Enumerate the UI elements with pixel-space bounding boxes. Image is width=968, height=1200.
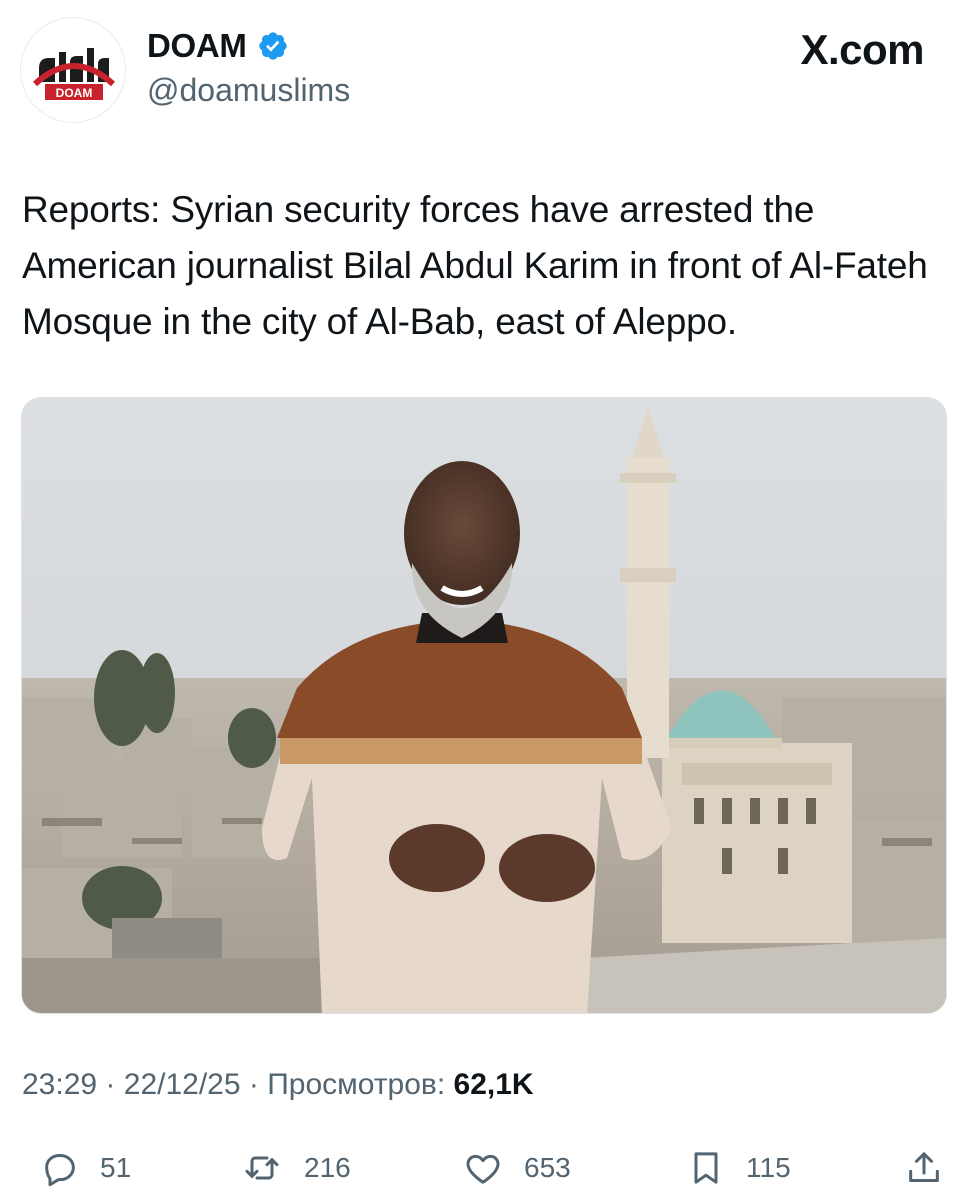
author-name-row[interactable]: DOAM	[147, 24, 289, 68]
views-label: Просмотров:	[267, 1068, 446, 1101]
handle[interactable]: @doamuslims	[147, 72, 350, 109]
tweet-date[interactable]: 22/12/25	[124, 1068, 241, 1101]
brand-label: X.com	[800, 26, 924, 73]
tweet-text: Reports: Syrian security forces have arr…	[22, 189, 928, 342]
tweet-time[interactable]: 23:29	[22, 1068, 97, 1101]
views-count: 62,1K	[453, 1068, 534, 1101]
repost-arrows-icon	[240, 1148, 284, 1188]
tweet-photo[interactable]	[21, 397, 947, 1014]
share-button[interactable]	[904, 1140, 944, 1196]
doam-logo: DOAM	[21, 18, 125, 122]
repost-count: 216	[304, 1152, 351, 1183]
display-name[interactable]: DOAM	[147, 27, 247, 65]
reply-count: 51	[100, 1152, 132, 1183]
action-bar: 51 216 653 115	[0, 1140, 968, 1196]
like-count: 653	[524, 1152, 571, 1183]
like-button[interactable]: 653	[462, 1140, 571, 1196]
verified-badge-icon	[257, 30, 289, 62]
avatar[interactable]: DOAM	[20, 17, 126, 123]
speech-bubble-icon	[40, 1148, 80, 1188]
heart-icon	[462, 1148, 504, 1188]
share-upload-icon	[904, 1147, 944, 1189]
reply-button[interactable]: 51	[40, 1140, 131, 1196]
meta-separator: ·	[248, 1068, 259, 1101]
meta-separator: ·	[105, 1068, 116, 1101]
bookmark-icon	[686, 1147, 726, 1189]
repost-button[interactable]: 216	[240, 1140, 351, 1196]
bookmark-button[interactable]: 115	[686, 1140, 791, 1196]
logo-text: DOAM	[56, 86, 93, 100]
bookmark-count: 115	[746, 1152, 791, 1183]
tweet-meta: 23:29 · 22/12/25 · Просмотров: 62,1K	[22, 1068, 534, 1102]
